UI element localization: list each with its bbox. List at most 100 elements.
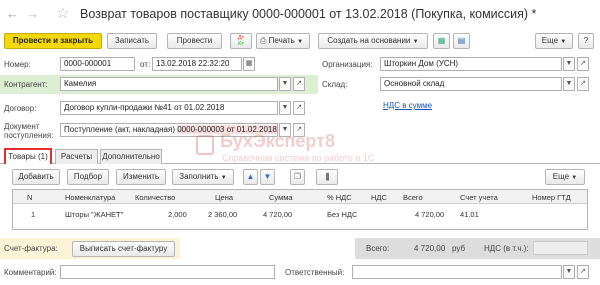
responsible-label: Ответственный: (285, 268, 345, 277)
responsible-dropdown-icon[interactable]: ▼ (563, 265, 575, 279)
column-header-item[interactable]: Номенклатура (65, 193, 115, 202)
watermark-title: БухЭксперт8 (220, 131, 335, 151)
goods-table: N Номенклатура Количество Цена Сумма % Н… (12, 189, 588, 230)
table-row[interactable]: 1 Шторы "ЖАНЕТ" 2,000 2 360,00 4 720,00 … (13, 205, 587, 223)
column-header-total[interactable]: Всего (403, 193, 423, 202)
help-button[interactable]: ? (578, 33, 594, 49)
printer-icon: ⎙ (260, 36, 267, 45)
fill-button[interactable]: Заполнить ▼ (172, 169, 234, 185)
back-arrow-icon[interactable]: ← (6, 6, 19, 21)
chevron-down-icon: ▼ (297, 39, 304, 45)
organization-open-icon[interactable]: ↗ (577, 57, 589, 71)
column-header-qty[interactable]: Количество (135, 193, 175, 202)
create-based-on-label: Создать на основании (327, 36, 411, 45)
column-header-sum[interactable]: Сумма (269, 193, 293, 202)
organization-label: Организация: (322, 60, 373, 69)
more-button[interactable]: Еще ▼ (535, 33, 573, 49)
fill-button-label: Заполнить (179, 172, 219, 181)
post-and-close-button[interactable]: Провести и закрыть (4, 33, 102, 49)
copy-icon: ❐ (293, 172, 302, 181)
responsible-open-icon[interactable]: ↗ (577, 265, 589, 279)
counterparty-field[interactable]: Камелия (60, 77, 278, 91)
add-button[interactable]: Добавить (12, 169, 60, 185)
cell-sum: 4 720,00 (263, 210, 293, 219)
copy-button[interactable]: ❐ (290, 169, 305, 185)
counterparty-open-icon[interactable]: ↗ (293, 77, 305, 91)
create-based-on-button[interactable]: Создать на основании ▼ (318, 33, 428, 49)
title-bar: ← → ☆ Возврат товаров поставщику 0000-00… (0, 0, 600, 30)
post-button[interactable]: Провести (167, 33, 222, 49)
more-button-label: Еще (541, 36, 559, 45)
issue-invoice-button[interactable]: Выписать счет-фактуру (72, 241, 175, 257)
column-header-vat-rate[interactable]: % НДС (327, 193, 352, 202)
barcode-icon: ||| (325, 172, 329, 181)
warehouse-open-icon[interactable]: ↗ (577, 77, 589, 91)
organization-field[interactable]: Шторкин Дом (УСН) (380, 57, 562, 71)
report-button[interactable]: ▤ (453, 33, 470, 49)
tab-settlements[interactable]: Расчеты (55, 149, 98, 164)
calendar-icon[interactable]: ▦ (243, 57, 255, 71)
table-more-label: Еще (552, 172, 570, 181)
arrow-down-icon: ▼ (263, 172, 272, 181)
contract-dropdown-icon[interactable]: ▼ (279, 101, 291, 115)
date-field[interactable]: 13.02.2018 22:32:20 (152, 57, 242, 71)
change-button[interactable]: Изменить (116, 169, 166, 185)
column-header-n[interactable]: N (27, 193, 32, 202)
total-label: Всего: (366, 244, 390, 253)
chevron-down-icon: ▼ (571, 175, 578, 181)
vat-in-sum-link[interactable]: НДС в сумме (383, 101, 432, 110)
warehouse-field[interactable]: Основной склад (380, 77, 562, 91)
chevron-down-icon: ▼ (412, 39, 419, 45)
favorite-star-icon[interactable]: ☆ (56, 4, 69, 22)
save-button[interactable]: Записать (107, 33, 157, 49)
organization-dropdown-icon[interactable]: ▼ (563, 57, 575, 71)
warehouse-dropdown-icon[interactable]: ▼ (563, 77, 575, 91)
cell-n: 1 (31, 210, 36, 219)
contract-label: Договор: (4, 104, 37, 113)
contract-open-icon[interactable]: ↗ (293, 101, 305, 115)
cell-item: Шторы "ЖАНЕТ" (65, 210, 124, 219)
date-label: от: (140, 60, 151, 69)
move-down-button[interactable]: ▼ (260, 169, 275, 185)
vat-total-label: НДС (в т.ч.): (484, 244, 529, 253)
arrow-up-icon: ▲ (246, 172, 255, 181)
print-button-label: Печать (268, 36, 295, 45)
tab-goods[interactable]: Товары (1) (4, 148, 52, 164)
comment-label: Комментарий: (4, 268, 57, 277)
counterparty-label: Контрагент: (4, 80, 48, 89)
select-button[interactable]: Подбор (67, 169, 109, 185)
table-more-button[interactable]: Еще ▼ (545, 169, 585, 185)
barcode-button[interactable]: ||| (316, 169, 338, 185)
column-header-vat[interactable]: НДС (371, 193, 387, 202)
counterparty-dropdown-icon[interactable]: ▼ (279, 77, 291, 91)
vat-total-value (533, 241, 588, 255)
warehouse-label: Склад: (322, 80, 348, 89)
print-button[interactable]: ⎙ Печать ▼ (256, 33, 310, 49)
chevron-down-icon: ▼ (220, 175, 227, 181)
structure-button[interactable]: ▦ (433, 33, 450, 49)
contract-field[interactable]: Договор купли-продажи №41 от 01.02.2018 (60, 101, 278, 115)
total-value: 4 720,00 (414, 244, 446, 253)
receipt-doc-label-line2: поступления: (4, 131, 54, 140)
column-header-price[interactable]: Цена (215, 193, 233, 202)
responsible-field[interactable] (352, 265, 562, 279)
number-field[interactable]: 0000-000001 (60, 57, 135, 71)
move-up-button[interactable]: ▲ (243, 169, 258, 185)
currency-label: руб (452, 244, 466, 253)
column-header-account[interactable]: Счет учета (460, 193, 498, 202)
receipt-doc-type: Поступление (акт, накладная) (64, 125, 178, 134)
forward-arrow-icon[interactable]: → (26, 6, 39, 21)
watermark-subtitle: Справочная система по работе в 1С (222, 153, 375, 163)
dt-kt-button[interactable]: Дт Кт (230, 33, 252, 49)
tab-additional[interactable]: Дополнительно (100, 149, 162, 164)
window-title: Возврат товаров поставщику 0000-000001 о… (80, 7, 537, 21)
cell-account: 41.01 (460, 210, 479, 219)
watermark-logo-icon (196, 135, 214, 155)
structure-icon: ▦ (437, 36, 446, 45)
column-header-gtd[interactable]: Номер ГТД (532, 193, 571, 202)
receipt-doc-label-line1: Документ (4, 122, 40, 131)
cell-total: 4 720,00 (415, 210, 445, 219)
cell-price: 2 360,00 (208, 210, 238, 219)
comment-field[interactable] (60, 265, 275, 279)
number-label: Номер: (4, 60, 31, 69)
